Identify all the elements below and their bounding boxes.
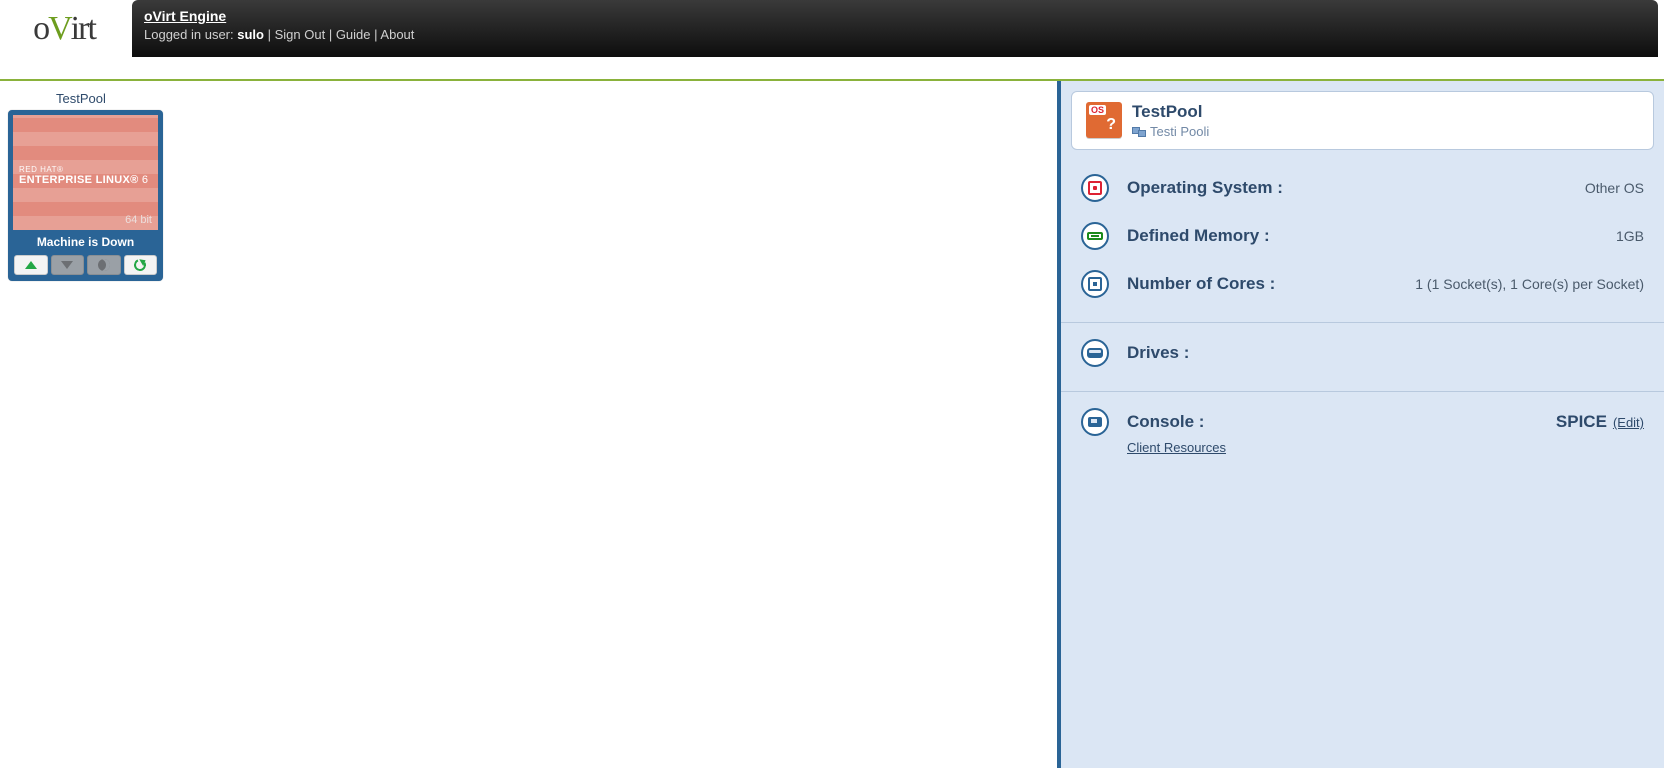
vm-card[interactable]: RED HAT® ENTERPRISE LINUX® 6 64 bit Mach…	[8, 110, 163, 281]
pool-name: TestPool	[1132, 102, 1209, 122]
vm-thumbnail: RED HAT® ENTERPRISE LINUX® 6 64 bit	[13, 115, 158, 230]
client-resources-link[interactable]: Client Resources	[1127, 440, 1226, 455]
vm-canvas: TestPool RED HAT® ENTERPRISE LINUX® 6 64…	[0, 81, 1057, 768]
about-link[interactable]: About	[380, 27, 414, 42]
drives-label: Drives :	[1127, 343, 1189, 363]
os-unknown-icon	[1086, 102, 1122, 138]
memory-icon	[1081, 222, 1109, 250]
vm-status: Machine is Down	[13, 230, 158, 255]
suspend-icon	[98, 259, 110, 271]
section-drives: Drives :	[1061, 323, 1664, 392]
logo: oVirt	[0, 0, 128, 57]
details-header: TestPool Testi Pooli	[1071, 91, 1654, 150]
os-value: Other OS	[1585, 180, 1644, 196]
top-bar: oVirt oVirt Engine Logged in user: sulo …	[0, 0, 1664, 57]
cpu-icon	[1081, 270, 1109, 298]
console-edit-link[interactable]: (Edit)	[1613, 415, 1644, 430]
product-title-link[interactable]: oVirt Engine	[144, 8, 226, 24]
cores-value: 1 (1 Socket(s), 1 Core(s) per Socket)	[1415, 276, 1644, 292]
cores-label: Number of Cores :	[1127, 274, 1275, 294]
os-icon	[1081, 174, 1109, 202]
logged-in-user: sulo	[237, 27, 264, 42]
pool-icon	[1132, 127, 1146, 137]
play-icon	[25, 261, 37, 269]
vm-card-label: TestPool	[56, 91, 1049, 106]
header-bar: oVirt Engine Logged in user: sulo | Sign…	[132, 0, 1658, 57]
sign-out-link[interactable]: Sign Out	[275, 27, 326, 42]
reboot-icon	[133, 257, 148, 272]
details-panel: | ▾ TestPool Testi Pooli Operating Syste…	[1057, 81, 1664, 768]
vm-thumb-arch: 64 bit	[125, 214, 152, 226]
console-icon	[1081, 408, 1109, 436]
pool-description: Testi Pooli	[1150, 124, 1209, 139]
vm-shutdown-button	[51, 255, 85, 275]
vm-thumb-brand: RED HAT®	[19, 165, 152, 174]
console-value: SPICE	[1556, 412, 1607, 432]
section-console: Console : SPICE (Edit) Client Resources	[1061, 392, 1664, 469]
guide-link[interactable]: Guide	[336, 27, 371, 42]
vm-thumb-line: ENTERPRISE LINUX® 6	[19, 174, 152, 186]
drives-icon	[1081, 339, 1109, 367]
stop-icon	[61, 261, 73, 269]
main-area: TestPool RED HAT® ENTERPRISE LINUX® 6 64…	[0, 81, 1664, 768]
vm-reboot-button[interactable]	[124, 255, 158, 275]
memory-label: Defined Memory :	[1127, 226, 1270, 246]
section-general: Operating System : Other OS Defined Memo…	[1061, 158, 1664, 323]
memory-value: 1GB	[1616, 228, 1644, 244]
vm-suspend-button	[87, 255, 121, 275]
logged-in-label: Logged in user:	[144, 27, 237, 42]
os-label: Operating System :	[1127, 178, 1283, 198]
console-label: Console :	[1127, 412, 1204, 432]
vm-run-button[interactable]	[14, 255, 48, 275]
vm-actions	[13, 255, 158, 276]
